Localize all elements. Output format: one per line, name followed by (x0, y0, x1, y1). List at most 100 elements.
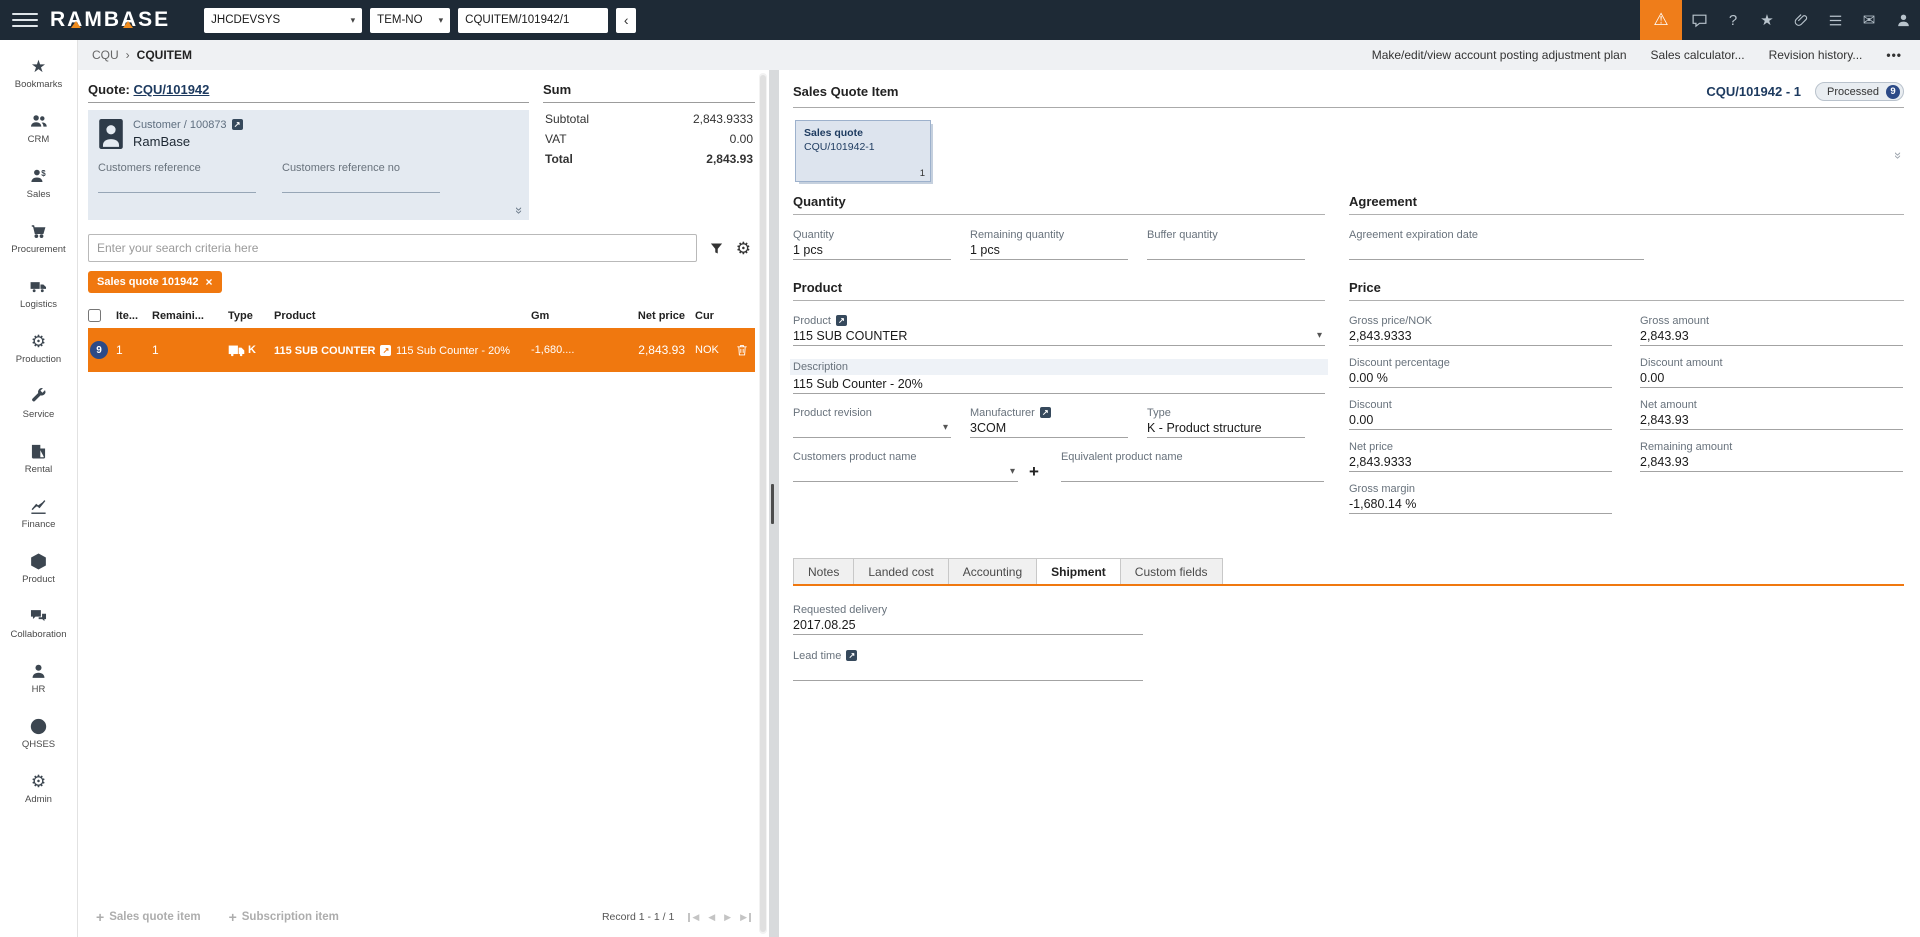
equivalent-product-name-field[interactable] (1060, 463, 1324, 482)
gross-amount-field[interactable]: 2,843.93 (1640, 327, 1903, 346)
manufacturer-field[interactable]: 3COM (970, 419, 1128, 438)
external-link-icon[interactable]: ↗ (835, 315, 847, 326)
external-link-icon[interactable]: ↗ (231, 119, 243, 130)
discount-percentage-field[interactable]: 0.00 % (1349, 369, 1612, 388)
task-list-icon[interactable] (1818, 0, 1852, 40)
status-badge[interactable]: Processed 9 (1815, 82, 1904, 101)
buffer-quantity-field[interactable] (1147, 241, 1305, 260)
product-select[interactable]: 115 SUB COUNTER ▾ (793, 327, 1325, 346)
tab-accounting[interactable]: Accounting (947, 558, 1038, 584)
tab-shipment[interactable]: Shipment (1036, 558, 1121, 584)
gross-price-field[interactable]: 2,843.9333 (1349, 327, 1612, 346)
sidebar-item-finance[interactable]: Finance (0, 486, 77, 541)
system-select[interactable]: JHCDEVSYS ▾ (204, 7, 363, 33)
chevron-down-icon[interactable]: ▾ (1010, 466, 1015, 477)
next-page-icon[interactable]: ▶ (724, 912, 731, 922)
alerts-button[interactable]: ⚠ (1640, 0, 1682, 40)
collapse-chevron-icon[interactable]: » (1891, 152, 1906, 159)
help-icon[interactable]: ? (1716, 0, 1750, 40)
add-subscription-item-button[interactable]: + Subscription item (229, 909, 339, 925)
sidebar-item-qhses[interactable]: QHSES (0, 706, 77, 761)
agreement-expiration-date-field[interactable] (1349, 241, 1644, 260)
panel-splitter[interactable] (769, 70, 779, 937)
sidebar-item-procurement[interactable]: Procurement (0, 211, 77, 266)
action-revision-history[interactable]: Revision history... (1769, 48, 1863, 62)
product-type-field[interactable]: K - Product structure (1147, 419, 1305, 438)
external-link-icon[interactable]: ↗ (1039, 407, 1051, 418)
last-page-icon[interactable]: ▶ (740, 912, 751, 922)
sidebar-item-production[interactable]: ⚙ Production (0, 321, 77, 376)
col-header-type[interactable]: Type (228, 310, 274, 322)
remaining-amount-field[interactable]: 2,843.93 (1640, 453, 1903, 472)
company-select[interactable]: TEM-NO ▾ (370, 7, 451, 33)
breadcrumb-parent[interactable]: CQU (92, 48, 119, 62)
sidebar-item-product[interactable]: Product (0, 541, 77, 596)
feedback-icon[interactable] (1682, 0, 1716, 40)
filter-icon[interactable] (709, 241, 724, 256)
lead-time-field[interactable] (793, 662, 1143, 681)
sidebar-item-hr[interactable]: HR (0, 651, 77, 706)
sales-quote-card[interactable]: Sales quote CQU/101942-1 1 (795, 120, 931, 182)
chevron-down-icon[interactable]: ▾ (943, 422, 948, 433)
action-sales-calculator[interactable]: Sales calculator... (1651, 48, 1745, 62)
first-page-icon[interactable]: ◀ (688, 912, 699, 922)
col-header-item[interactable]: Ite... (116, 310, 152, 322)
user-icon[interactable] (1886, 0, 1920, 40)
customers-product-name-select[interactable]: ▾ (793, 463, 1018, 482)
discount-field[interactable]: 0.00 (1349, 411, 1612, 430)
back-button[interactable]: ‹ (616, 7, 637, 33)
tab-custom-fields[interactable]: Custom fields (1119, 558, 1223, 584)
col-header-gm[interactable]: Gm (531, 310, 597, 322)
col-header-net-price[interactable]: Net price (597, 310, 685, 322)
collapse-chevron-icon[interactable]: » (512, 207, 527, 214)
quote-link[interactable]: CQU/101942 (134, 82, 210, 97)
remaining-quantity-field[interactable]: 1 pcs (970, 241, 1128, 260)
select-all-checkbox[interactable] (88, 309, 101, 322)
add-sales-quote-item-button[interactable]: + Sales quote item (96, 909, 201, 925)
sidebar-item-sales[interactable]: $ Sales (0, 156, 77, 211)
menu-icon[interactable] (12, 7, 38, 33)
mail-icon[interactable]: ✉ (1852, 0, 1886, 40)
net-price-field[interactable]: 2,843.9333 (1349, 453, 1612, 472)
tab-notes[interactable]: Notes (793, 558, 855, 584)
net-amount-field[interactable]: 2,843.93 (1640, 411, 1903, 430)
sidebar-item-logistics[interactable]: Logistics (0, 266, 77, 321)
add-customers-product-name-button[interactable]: + (1029, 463, 1039, 480)
col-header-remaining[interactable]: Remaini... (152, 310, 228, 322)
table-row[interactable]: 9 1 1 K 115 SUB COUNTER ↗ 115 Sub Counter… (88, 328, 755, 372)
customers-reference-input[interactable] (98, 174, 256, 193)
description-field[interactable]: 115 Sub Counter - 20% (793, 375, 1325, 394)
chevron-down-icon[interactable]: ▾ (1317, 330, 1322, 341)
settings-gear-icon[interactable]: ⚙ (736, 240, 751, 257)
sidebar-item-service[interactable]: Service (0, 376, 77, 431)
external-link-icon[interactable]: ↗ (846, 650, 858, 661)
remove-filter-icon[interactable]: × (206, 275, 213, 289)
rambase-logo[interactable]: RAMBASE (50, 8, 170, 32)
col-header-currency[interactable]: Cur (685, 310, 729, 322)
sidebar-item-admin[interactable]: ⚙ Admin (0, 761, 77, 816)
external-link-icon[interactable]: ↗ (380, 345, 392, 356)
sidebar-item-bookmarks[interactable]: ★ Bookmarks (0, 46, 77, 101)
customers-reference-no-input[interactable] (282, 174, 440, 193)
favorites-icon[interactable]: ★ (1750, 0, 1784, 40)
sidebar-item-rental[interactable]: Rental (0, 431, 77, 486)
search-input[interactable] (88, 234, 697, 262)
left-panel-scrollbar[interactable] (759, 73, 767, 934)
more-options-icon[interactable]: ••• (1886, 48, 1902, 62)
gross-margin-field[interactable]: -1,680.14 % (1349, 495, 1612, 514)
product-revision-select[interactable]: ▾ (793, 419, 951, 438)
discount-amount-field[interactable]: 0.00 (1640, 369, 1903, 388)
col-header-product[interactable]: Product (274, 310, 531, 322)
sidebar-item-crm[interactable]: CRM (0, 101, 77, 156)
customer-link[interactable]: Customer / 100873 ↗ (133, 119, 243, 131)
sidebar-item-collaboration[interactable]: Collaboration (0, 596, 77, 651)
delete-row-icon[interactable] (729, 342, 755, 358)
attachment-icon[interactable] (1784, 0, 1818, 40)
quantity-field[interactable]: 1 pcs (793, 241, 951, 260)
filter-chip[interactable]: Sales quote 101942 × (88, 271, 222, 293)
previous-page-icon[interactable]: ◀ (708, 912, 715, 922)
command-input[interactable] (458, 7, 609, 33)
tab-landed-cost[interactable]: Landed cost (853, 558, 949, 584)
requested-delivery-field[interactable]: 2017.08.25 (793, 616, 1143, 635)
action-account-posting-plan[interactable]: Make/edit/view account posting adjustmen… (1372, 48, 1627, 62)
